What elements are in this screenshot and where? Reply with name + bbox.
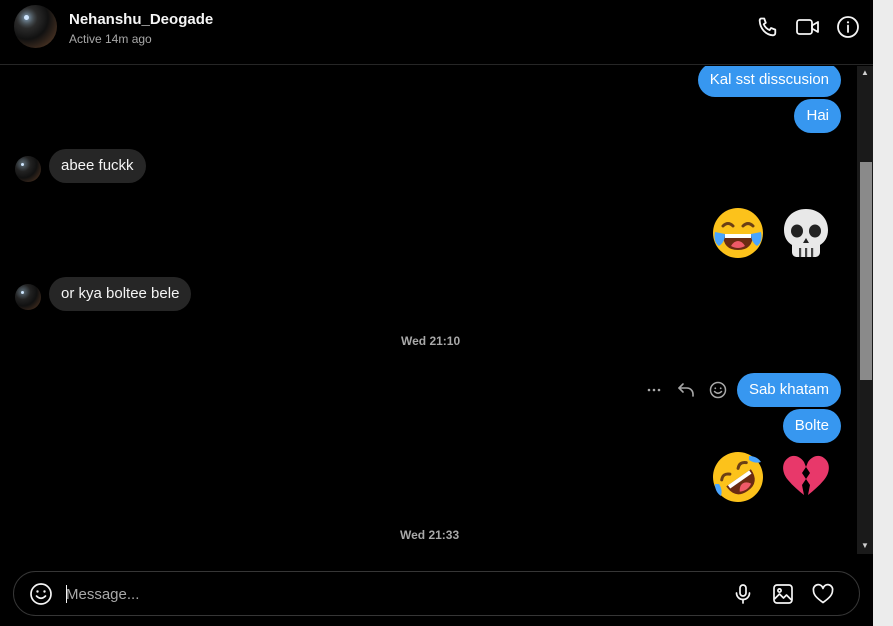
scroll-up-arrow[interactable]: ▲ [860,68,870,78]
message-thread[interactable]: Kal sst disscusion Hai abee fuckk or kya… [0,66,857,554]
message-bubble-outgoing[interactable]: Hai [794,99,841,133]
broken-heart-emoji[interactable] [779,450,833,504]
more-options-icon[interactable] [645,381,663,399]
emoji-picker-icon[interactable] [29,582,53,606]
rolling-on-the-floor-laughing-emoji[interactable] [711,450,765,504]
message-bubble-outgoing[interactable]: Kal sst disscusion [697,66,841,97]
heart-icon[interactable] [811,582,835,606]
microphone-icon[interactable] [731,582,755,606]
thread-timestamp: Wed 21:33 [400,528,460,542]
video-camera-icon[interactable] [795,14,821,40]
avatar[interactable] [14,5,57,48]
message-bubble-incoming[interactable]: abee fuckk [49,149,146,183]
info-icon[interactable] [835,14,861,40]
message-bubble-outgoing[interactable]: Sab khatam [736,373,841,407]
text-caret [66,585,67,603]
sender-avatar[interactable] [15,284,41,310]
message-input[interactable] [66,584,466,604]
window-edge [873,0,893,626]
phone-icon[interactable] [755,14,781,40]
scroll-down-arrow[interactable]: ▼ [860,541,870,551]
message-bubble-incoming[interactable]: or kya boltee bele [49,277,192,311]
message-hover-tools [645,381,727,399]
message-composer [13,571,860,616]
skull-emoji[interactable] [779,206,833,260]
react-emoji-icon[interactable] [709,381,727,399]
active-status: Active 14m ago [69,32,152,46]
image-icon[interactable] [771,582,795,606]
contact-name[interactable]: Nehanshu_Deogade [69,11,213,28]
scrollbar-thumb[interactable] [860,162,872,380]
face-with-tears-of-joy-emoji[interactable] [711,206,765,260]
reply-icon[interactable] [677,381,695,399]
message-bubble-outgoing[interactable]: Bolte [782,409,841,443]
chat-header: Nehanshu_Deogade Active 14m ago [0,0,877,65]
sender-avatar[interactable] [15,156,41,182]
thread-timestamp: Wed 21:10 [401,334,461,348]
